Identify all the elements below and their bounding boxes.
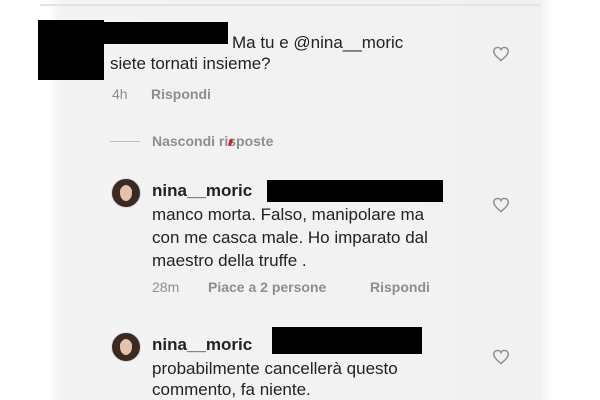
reply-text-line1: manco morta. Falso, manipolare ma [152, 205, 425, 224]
heart-icon[interactable] [492, 349, 510, 365]
avatar[interactable] [111, 178, 141, 208]
avatar-face [120, 185, 132, 201]
divider [40, 4, 540, 6]
reply-button[interactable]: Rispondi [370, 279, 430, 295]
comment-text-line1: Ma tu e @nina__moric [232, 33, 404, 52]
avatar[interactable] [111, 332, 141, 362]
redacted-text [267, 180, 443, 202]
reply-text-line2: commento, fa niente. [152, 380, 311, 399]
reply-text-line2: con me casca male. Ho imparato dal [152, 228, 428, 247]
reply-username[interactable]: nina__moric [152, 181, 252, 201]
comment-time: 4h [112, 86, 128, 102]
reply-button[interactable]: Rispondi [151, 86, 211, 102]
reply-text-line3: maestro della truffe . [152, 251, 307, 270]
reply-text-line1: probabilmente cancellerà questo [152, 359, 398, 378]
reply-username[interactable]: nina__moric [152, 335, 252, 355]
hide-replies-button[interactable]: Nascondi risposte [152, 133, 273, 149]
heart-icon[interactable] [492, 46, 510, 62]
redacted-username [104, 22, 228, 44]
avatar-face [120, 339, 132, 355]
redacted-text [272, 327, 422, 354]
comments-screen: Ma tu e @nina__moric siete tornati insie… [0, 0, 600, 400]
reply-time: 28m [152, 279, 180, 295]
hide-replies-line [110, 141, 140, 142]
likes-count[interactable]: Piace a 2 persone [208, 279, 326, 295]
redacted-avatar [38, 20, 104, 80]
heart-icon[interactable] [492, 197, 510, 213]
comment-text-line2: siete tornati insieme? [110, 54, 271, 73]
